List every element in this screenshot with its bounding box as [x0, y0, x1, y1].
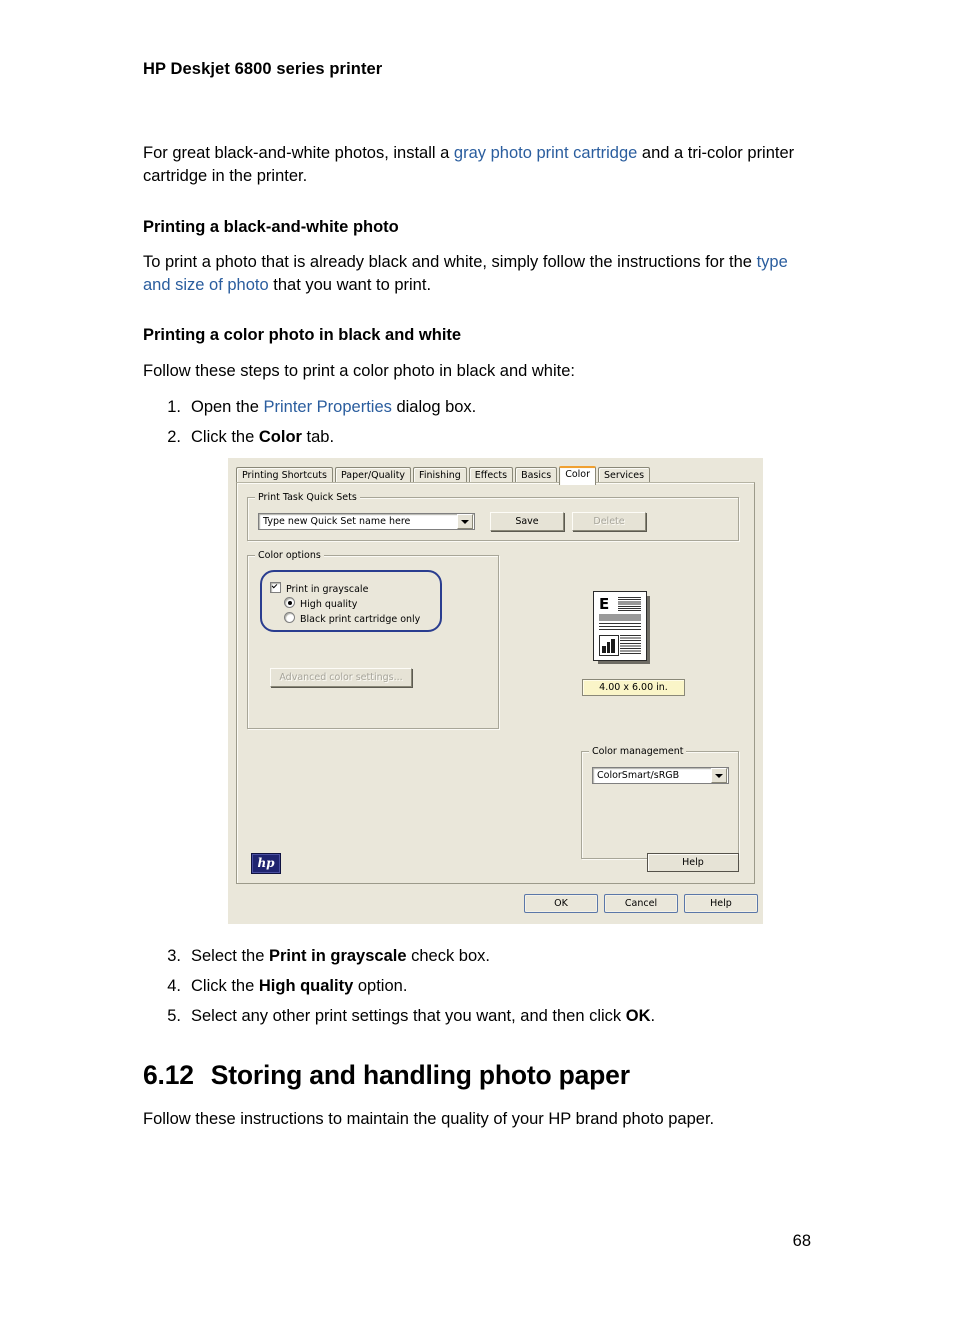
group-title-color-options: Color options — [255, 550, 324, 561]
black-print-cartridge-only-label: Black print cartridge only — [300, 614, 421, 625]
print-in-grayscale-checkbox[interactable]: Print in grayscale — [270, 582, 368, 596]
list-item-text-pre: Select the — [191, 947, 269, 965]
list-item-number: 1. — [167, 398, 181, 416]
group-title-quick-sets: Print Task Quick Sets — [255, 492, 360, 503]
section-color-intro: Follow these steps to print a color phot… — [143, 362, 575, 380]
tab-effects[interactable]: Effects — [468, 467, 514, 483]
printer-properties-dialog: Printing Shortcuts Paper/Quality Finishi… — [228, 458, 763, 924]
chevron-down-icon[interactable] — [457, 514, 473, 529]
preview-gray-band — [599, 614, 641, 621]
hp-logo: hp — [251, 853, 281, 874]
cancel-button[interactable]: Cancel — [604, 894, 678, 913]
steps-list-before-figure: 1. Open the Printer Properties dialog bo… — [155, 392, 835, 452]
quick-sets-combobox-value: Type new Quick Set name here — [263, 516, 411, 527]
ok-button[interactable]: OK — [524, 894, 598, 913]
list-item-text-bold: Color — [258, 428, 302, 446]
preview-text-lines-bottom-right — [620, 635, 641, 654]
preview-page-sheet: E — [593, 591, 647, 661]
list-item-number: 2. — [167, 428, 181, 446]
color-management-combobox-value: ColorSmart/sRGB — [597, 770, 680, 781]
intro-paragraph: For great black-and-white photos, instal… — [143, 142, 815, 187]
preview-bar-chart-icon — [599, 635, 619, 656]
bw-text-before: To print a photo that is already black a… — [143, 253, 757, 271]
chevron-down-icon[interactable] — [711, 768, 727, 783]
list-item-text-pre: Select any other print settings that you… — [191, 1007, 626, 1025]
list-item-text-pre: Click the — [191, 977, 259, 995]
document-page: HP Deskjet 6800 series printer For great… — [0, 0, 954, 1321]
list-item-text-post: check box. — [406, 947, 490, 965]
advanced-color-settings-button: Advanced color settings... — [270, 668, 412, 687]
print-task-quick-sets-group: Print Task Quick Sets Type new Quick Set… — [247, 492, 739, 541]
section-bw-paragraph: To print a photo that is already black a… — [143, 251, 815, 296]
quick-sets-combobox[interactable]: Type new Quick Set name here — [258, 513, 475, 530]
preview-text-lines-top-right — [618, 597, 641, 611]
chapter-heading: 6.12 Storing and handling photo paper — [143, 1060, 630, 1091]
list-item: 5. Select any other print settings that … — [155, 1001, 835, 1031]
black-print-cartridge-only-radio[interactable]: Black print cartridge only — [284, 612, 420, 626]
delete-button: Delete — [572, 512, 646, 531]
page-header: HP Deskjet 6800 series printer — [143, 60, 383, 78]
dialog-tab-strip: Printing Shortcuts Paper/Quality Finishi… — [236, 466, 755, 485]
list-item-number: 5. — [167, 1007, 181, 1025]
tab-basics[interactable]: Basics — [515, 467, 558, 483]
preview-page-letter: E — [599, 595, 610, 613]
group-title-color-management: Color management — [589, 746, 687, 757]
list-item: 3. Select the Print in grayscale check b… — [155, 941, 835, 971]
color-tab-panel: Print Task Quick Sets Type new Quick Set… — [236, 482, 755, 884]
panel-help-button[interactable]: Help — [647, 853, 739, 872]
link-printer-properties[interactable]: Printer Properties — [263, 398, 391, 416]
list-item: 2. Click the Color tab. — [155, 422, 835, 452]
section-heading-color-photo-bw: Printing a color photo in black and whit… — [143, 326, 462, 344]
list-item-text-pre: Open the — [191, 398, 264, 416]
page-number: 68 — [792, 1232, 811, 1250]
list-item-text-post: option. — [353, 977, 408, 995]
list-item-number: 4. — [167, 977, 181, 995]
preview-text-lines-middle — [599, 623, 641, 632]
color-management-group: Color management ColorSmart/sRGB — [581, 746, 739, 859]
dialog-footer: OK Cancel Help — [228, 888, 763, 924]
list-item-number: 3. — [167, 947, 181, 965]
radio-icon[interactable] — [284, 597, 295, 608]
list-item-text-bold: High quality — [258, 977, 354, 995]
link-gray-photo-print-cartridge[interactable]: gray photo print cartridge — [454, 144, 637, 162]
list-item-text-bold: OK — [625, 1007, 651, 1025]
chapter-intro-paragraph: Follow these instructions to maintain th… — [143, 1110, 715, 1128]
paper-size-label: 4.00 x 6.00 in. — [582, 679, 685, 696]
color-options-group: Color options Print in grayscale High qu… — [247, 550, 499, 729]
chapter-number: 6.12 — [143, 1060, 194, 1090]
checkbox-icon[interactable] — [270, 582, 281, 593]
tab-services[interactable]: Services — [598, 467, 651, 483]
list-item-text-post: tab. — [301, 428, 335, 446]
steps-list-after-figure: 3. Select the Print in grayscale check b… — [155, 941, 835, 1031]
list-item-text-pre: Click the — [191, 428, 259, 446]
radio-icon[interactable] — [284, 612, 295, 623]
high-quality-radio[interactable]: High quality — [284, 597, 357, 611]
section-heading-bw-photo: Printing a black-and-white photo — [143, 218, 399, 236]
tab-paper-quality[interactable]: Paper/Quality — [334, 467, 412, 483]
list-item: 1. Open the Printer Properties dialog bo… — [155, 392, 835, 422]
list-item-text-post: . — [650, 1007, 656, 1025]
tab-printing-shortcuts[interactable]: Printing Shortcuts — [236, 467, 333, 483]
list-item: 4. Click the High quality option. — [155, 971, 835, 1001]
help-button[interactable]: Help — [684, 894, 758, 913]
list-item-text-bold: Print in grayscale — [268, 947, 407, 965]
chapter-title: Storing and handling photo paper — [210, 1060, 630, 1090]
tab-color[interactable]: Color — [559, 466, 596, 485]
print-in-grayscale-label: Print in grayscale — [286, 584, 369, 595]
save-button[interactable]: Save — [490, 512, 564, 531]
list-item-text-post: dialog box. — [391, 398, 477, 416]
high-quality-label: High quality — [300, 599, 358, 610]
tab-finishing[interactable]: Finishing — [413, 467, 467, 483]
bw-text-after: that you want to print. — [268, 275, 432, 294]
color-management-combobox[interactable]: ColorSmart/sRGB — [592, 767, 729, 784]
intro-text-before: For great black-and-white photos, instal… — [143, 144, 454, 162]
print-preview-thumbnail: E — [593, 591, 653, 667]
